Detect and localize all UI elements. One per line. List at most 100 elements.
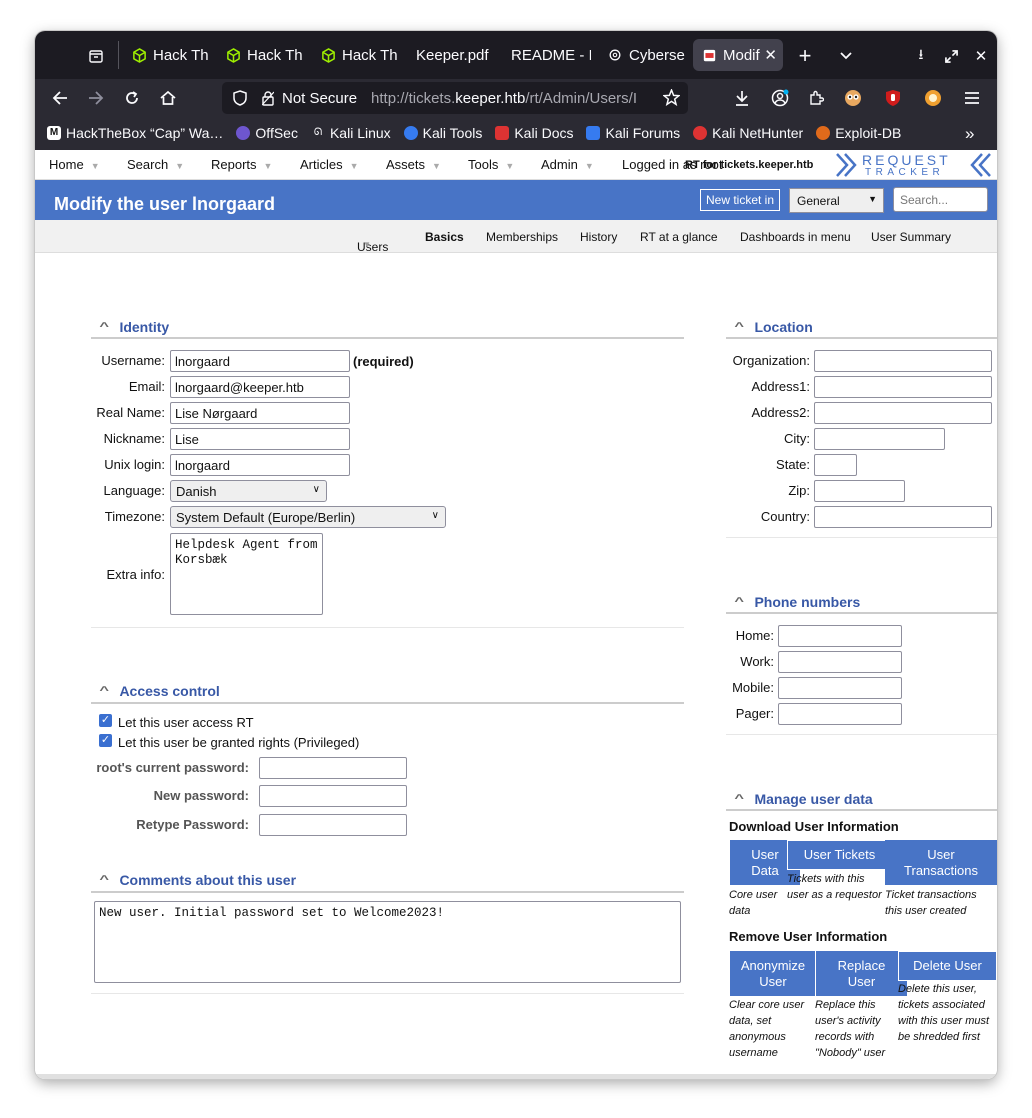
menu-articles[interactable]: Articles ▼ — [300, 157, 359, 172]
tab-hackthebox-2[interactable]: Hack Th — [225, 39, 305, 71]
extensions-icon[interactable] — [801, 83, 831, 113]
identity-section-title[interactable]: ^ Identity — [99, 319, 169, 335]
privileged-checkbox[interactable]: ✓ — [99, 734, 112, 747]
city-field[interactable] — [814, 428, 945, 450]
comments-textarea[interactable]: New user. Initial password set to Welcom… — [94, 901, 681, 983]
request-tracker-logo[interactable]: REQUEST TRACKER — [835, 152, 995, 179]
tab-hackthebox-1[interactable]: Hack Th — [131, 39, 211, 71]
bookmark-kali-forums[interactable]: Kali Forums — [586, 125, 680, 141]
subnav-history[interactable]: History — [580, 230, 617, 244]
replace-user-button[interactable]: Replace User — [815, 951, 907, 996]
more-bookmarks-icon[interactable]: » — [965, 124, 974, 144]
new-ticket-button[interactable]: New ticket in — [700, 189, 780, 211]
comments-section-title[interactable]: ^ Comments about this user — [99, 872, 296, 888]
close-tab-icon[interactable]: ✕ — [764, 46, 777, 64]
new-password-field[interactable] — [259, 785, 407, 807]
horizontal-scrollbar[interactable] — [35, 1074, 997, 1079]
username-field[interactable]: lnorgaard — [170, 350, 350, 372]
pager-field[interactable] — [778, 703, 902, 725]
chevron-down-icon: ∨ — [431, 510, 439, 521]
app-menu-icon[interactable] — [957, 83, 987, 113]
subnav-dashboards-in-menu[interactable]: Dashboards in menu — [740, 230, 851, 244]
phone-numbers-section-title[interactable]: ^ Phone numbers — [734, 594, 860, 610]
bookmark-offsec[interactable]: OffSec — [236, 125, 298, 141]
bookmark-kali-tools[interactable]: Kali Tools — [403, 125, 482, 141]
language-select[interactable]: Danish ∨ — [170, 480, 327, 502]
bookmark-star-icon[interactable] — [662, 88, 681, 110]
forward-icon[interactable] — [81, 83, 111, 113]
back-icon[interactable] — [45, 83, 75, 113]
bookmark-kali-linux[interactable]: ᘏ Kali Linux — [311, 125, 391, 141]
bookmark-htb-cap[interactable]: M HackTheBox “Cap” Wa… — [47, 125, 223, 141]
tab-readme[interactable]: README - I — [511, 39, 591, 71]
address1-field[interactable] — [814, 376, 992, 398]
email-field[interactable]: lnorgaard@keeper.htb — [170, 376, 350, 398]
main-content: ^ Identity Username: lnorgaard (required)… — [35, 253, 997, 1079]
queue-select[interactable]: General ▼ — [789, 188, 884, 213]
organization-field[interactable] — [814, 350, 992, 372]
tab-overview-icon[interactable] — [85, 45, 107, 67]
tab-keeper-pdf[interactable]: Keeper.pdf — [416, 39, 498, 71]
bookmark-kali-nethunter[interactable]: Kali NetHunter — [693, 125, 803, 141]
menu-home[interactable]: Home ▼ — [49, 157, 100, 172]
current-password-field[interactable] — [259, 757, 407, 779]
account-icon[interactable] — [765, 83, 795, 113]
address2-field[interactable] — [814, 402, 992, 424]
rt-for-label: RT for tickets.keeper.htb — [685, 159, 814, 171]
nickname-field[interactable]: Lise — [170, 428, 350, 450]
access-rt-checkbox[interactable]: ✓ — [99, 714, 112, 727]
mobile-phone-field[interactable] — [778, 677, 902, 699]
unix-login-field[interactable]: lnorgaard — [170, 454, 350, 476]
subnav-rt-at-a-glance[interactable]: RT at a glance — [640, 230, 718, 244]
divider — [91, 702, 684, 704]
subnav-memberships[interactable]: Memberships — [486, 230, 558, 244]
maximize-icon[interactable] — [940, 44, 962, 68]
search-input[interactable]: Search... — [893, 187, 988, 212]
minimize-icon[interactable]: ⭳ — [911, 44, 931, 68]
subnav-basics[interactable]: Basics — [425, 230, 464, 244]
manage-user-data-section-title[interactable]: ^ Manage user data — [734, 791, 872, 807]
extension-fox-icon[interactable] — [918, 83, 948, 113]
retype-password-field[interactable] — [259, 814, 407, 836]
menu-tools[interactable]: Tools ▼ — [468, 157, 514, 172]
ublock-icon[interactable] — [878, 83, 908, 113]
access-control-section-title[interactable]: ^ Access control — [99, 683, 219, 699]
bookmark-kali-docs[interactable]: Kali Docs — [495, 125, 573, 141]
menu-search[interactable]: Search ▼ — [127, 157, 184, 172]
new-tab-icon[interactable]: + — [793, 43, 817, 68]
dropdown-arrow-icon: ▼ — [175, 161, 185, 171]
delete-user-button[interactable]: Delete User — [898, 951, 997, 981]
extra-info-textarea[interactable]: Helpdesk Agent from Korsbæk — [170, 533, 323, 615]
home-icon[interactable] — [153, 83, 183, 113]
zip-field[interactable] — [814, 480, 905, 502]
timezone-select[interactable]: System Default (Europe/Berlin) ∨ — [170, 506, 446, 528]
list-tabs-icon[interactable] — [835, 44, 857, 68]
location-section-title[interactable]: ^ Location — [734, 319, 812, 335]
user-tickets-button[interactable]: User Tickets — [787, 840, 892, 870]
menu-assets[interactable]: Assets ▼ — [386, 157, 441, 172]
state-field[interactable] — [814, 454, 857, 476]
reload-icon[interactable] — [117, 83, 147, 113]
extension-owl-icon[interactable] — [838, 83, 868, 113]
tab-modify-user[interactable]: Modif ✕ — [693, 39, 783, 71]
anonymize-user-button[interactable]: Anonymize User — [730, 951, 816, 996]
tab-hackthebox-3[interactable]: Hack Th — [320, 39, 400, 71]
bookmark-exploit-db[interactable]: Exploit-DB — [816, 125, 901, 141]
menu-reports[interactable]: Reports ▼ — [211, 157, 272, 172]
downloads-icon[interactable] — [727, 83, 757, 113]
home-phone-field[interactable] — [778, 625, 902, 647]
queue-select-value: General — [797, 194, 840, 208]
tab-cybersec[interactable]: Cyberse — [607, 39, 687, 71]
download-user-info-heading: Download User Information — [729, 819, 899, 834]
work-phone-field[interactable] — [778, 651, 902, 673]
close-window-icon[interactable]: ✕ — [970, 44, 992, 68]
user-transactions-button[interactable]: User Transactions — [885, 840, 997, 885]
subnav-user-summary[interactable]: User Summary — [871, 230, 951, 244]
address-bar[interactable]: Not Secure http://tickets. keeper.htb/rt/… — [222, 82, 688, 114]
menu-admin[interactable]: Admin ▼ — [541, 157, 594, 172]
country-field[interactable] — [814, 506, 992, 528]
realname-field[interactable]: Lise Nørgaard — [170, 402, 350, 424]
divider — [91, 993, 684, 994]
insecure-lock-icon[interactable] — [262, 90, 276, 106]
shield-icon[interactable] — [230, 90, 250, 106]
